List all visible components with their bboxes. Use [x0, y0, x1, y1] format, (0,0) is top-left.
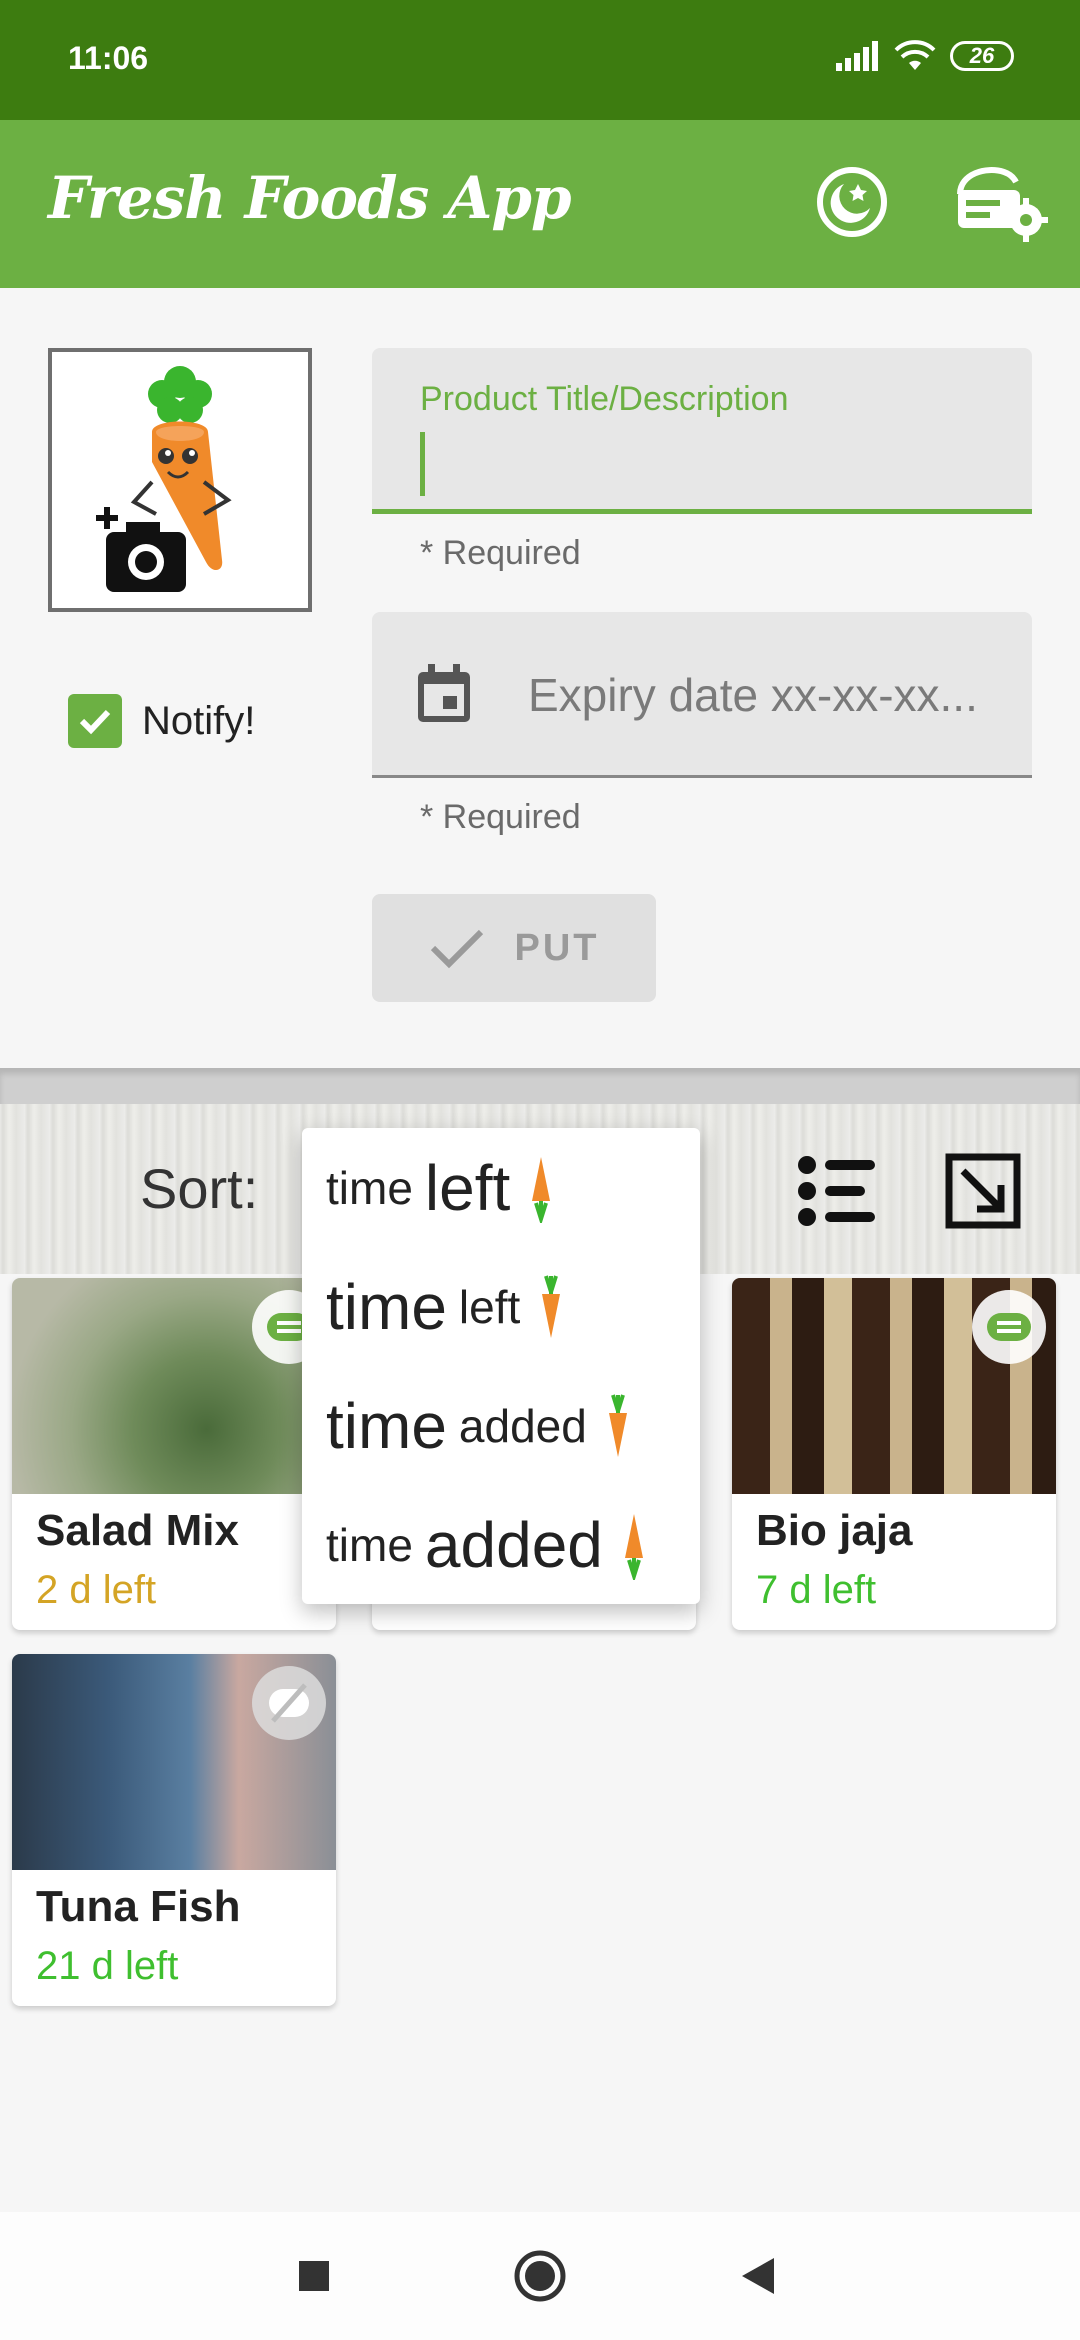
system-nav-bar — [0, 2212, 1080, 2340]
notify-off-icon[interactable] — [252, 1666, 326, 1740]
check-icon — [430, 929, 483, 969]
expand-arrow-icon — [945, 1153, 1021, 1229]
product-card[interactable]: Tuna Fish 21 d left — [12, 1654, 336, 2006]
app-bar: Fresh Foods App — [0, 120, 1080, 288]
carrot-down-icon — [608, 1393, 627, 1457]
product-title-label: Product Title/Description — [420, 380, 789, 418]
sort-option-time-added-desc[interactable]: time added — [302, 1366, 700, 1485]
triangle-back-icon — [742, 2258, 774, 2294]
check-icon — [79, 709, 111, 735]
night-mode-button[interactable] — [810, 160, 894, 244]
sort-menu: time left time left time added time added — [302, 1128, 700, 1604]
time-left: 7 d left — [756, 1568, 877, 1612]
product-card[interactable]: Bio jaja 7 d left — [732, 1278, 1056, 1630]
put-button[interactable]: PUT — [372, 894, 656, 1002]
date-required-hint: * Required — [420, 798, 581, 836]
expiry-date-field[interactable] — [372, 612, 1032, 778]
sort-option-word: time — [326, 1389, 447, 1462]
notify-icon[interactable] — [972, 1290, 1046, 1364]
storage-settings-button[interactable] — [950, 160, 1050, 244]
status-icons: 26 — [836, 40, 1014, 72]
recents-button[interactable] — [284, 2246, 344, 2306]
square-icon — [299, 2261, 329, 2291]
sort-option-time-added-asc[interactable]: time added — [302, 1485, 700, 1604]
expiry-date-input[interactable] — [528, 668, 1008, 722]
carrot-camera-icon — [96, 366, 232, 592]
sort-option-word: left — [424, 1151, 511, 1224]
carrot-up-icon — [624, 1513, 643, 1580]
product-name: Bio jaja — [756, 1506, 913, 1555]
status-time: 11:06 — [68, 40, 149, 76]
food-settings-icon — [957, 167, 1048, 242]
product-image — [12, 1278, 336, 1494]
app-title: Fresh Foods App — [48, 164, 572, 232]
sort-option-time-left-desc[interactable]: time left — [302, 1247, 700, 1366]
product-name: Tuna Fish — [36, 1882, 241, 1931]
carrot-up-icon — [532, 1156, 551, 1223]
title-required-hint: * Required — [420, 534, 581, 572]
time-left: 2 d left — [36, 1568, 157, 1612]
expand-button[interactable] — [938, 1146, 1028, 1236]
sort-option-word: added — [424, 1508, 603, 1581]
wifi-icon — [894, 40, 936, 70]
back-button[interactable] — [728, 2246, 788, 2306]
sort-option-word: added — [458, 1399, 587, 1452]
section-divider — [0, 1068, 1080, 1104]
status-bar: 11:06 26 — [0, 0, 1080, 120]
sort-option-word: time — [326, 1518, 413, 1571]
notify-checkbox[interactable] — [68, 694, 122, 748]
product-name: Salad Mix — [36, 1506, 239, 1555]
product-image — [12, 1654, 336, 1870]
moon-star-icon — [817, 167, 887, 237]
product-image — [732, 1278, 1056, 1494]
product-title-field[interactable]: Product Title/Description — [372, 348, 1032, 514]
sort-option-word: left — [458, 1280, 521, 1333]
product-photo-button[interactable] — [48, 348, 312, 612]
sort-option-word: time — [326, 1270, 447, 1343]
sort-label: Sort: — [140, 1157, 259, 1220]
sort-option-word: time — [326, 1161, 413, 1214]
list-view-button[interactable] — [792, 1146, 882, 1236]
signal-icon — [836, 41, 878, 71]
product-card[interactable]: Salad Mix 2 d left — [12, 1278, 336, 1630]
notify-toggle[interactable]: Notify! — [68, 694, 255, 748]
add-product-form: Notify! Product Title/Description * Requ… — [0, 288, 1080, 1068]
circle-icon — [514, 2250, 566, 2302]
notify-label: Notify! — [142, 698, 256, 743]
text-cursor — [420, 432, 425, 496]
battery-indicator: 26 — [950, 41, 1014, 71]
home-button[interactable] — [510, 2246, 570, 2306]
put-label: PUT — [514, 926, 600, 969]
sort-option-time-left-asc[interactable]: time left — [302, 1128, 700, 1247]
calendar-icon[interactable] — [414, 662, 474, 731]
time-left: 21 d left — [36, 1944, 179, 1988]
list-icon — [798, 1156, 875, 1226]
carrot-down-icon — [542, 1274, 561, 1338]
